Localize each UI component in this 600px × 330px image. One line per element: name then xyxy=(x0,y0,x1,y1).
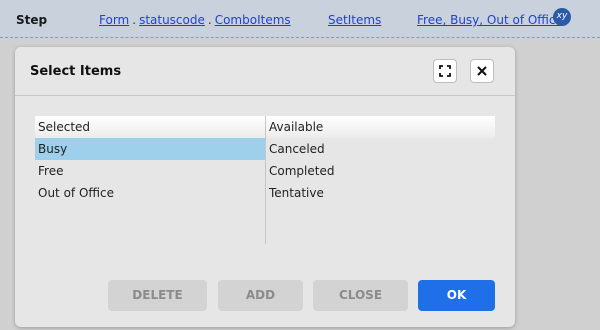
available-list: Available Canceled Completed Tentative xyxy=(266,116,495,244)
selected-list: Selected Busy Free Out of Office xyxy=(35,116,266,244)
available-list-item[interactable]: Completed xyxy=(266,160,495,182)
arguments-link[interactable]: Free, Busy, Out of Office xyxy=(417,13,563,27)
dialog-title: Select Items xyxy=(30,64,122,79)
select-items-dialog: Select Items Selected Busy Free Out of O… xyxy=(15,47,515,327)
delete-button[interactable]: DELETE xyxy=(108,280,207,311)
step-bar: Step Form. statuscode. ComboItems SetItems… xyxy=(0,0,600,38)
ok-button[interactable]: OK xyxy=(418,280,495,311)
available-list-item[interactable]: Canceled xyxy=(266,138,495,160)
breadcrumb: Form. statuscode. ComboItems xyxy=(99,13,291,27)
close-button[interactable] xyxy=(470,59,494,83)
crumb-form-link[interactable]: Form xyxy=(99,13,129,27)
crumb-comboitems-link[interactable]: ComboItems xyxy=(215,13,291,27)
close-icon xyxy=(477,66,487,76)
crumb-statuscode-link[interactable]: statuscode xyxy=(139,13,205,27)
list-container: Selected Busy Free Out of Office Availab… xyxy=(35,116,495,244)
method-link[interactable]: SetItems xyxy=(328,13,381,27)
xy-icon[interactable]: xy xyxy=(553,8,571,26)
step-label: Step xyxy=(16,13,48,27)
expand-icon xyxy=(439,65,451,77)
crumb-separator: . xyxy=(132,13,137,27)
header-divider xyxy=(15,95,515,96)
close-text-button[interactable]: CLOSE xyxy=(313,280,408,311)
expand-button[interactable] xyxy=(433,59,457,83)
crumb-separator: . xyxy=(207,13,212,27)
selected-list-item[interactable]: Free xyxy=(35,160,265,182)
selected-list-header: Selected xyxy=(35,116,265,138)
selected-list-item[interactable]: Out of Office xyxy=(35,182,265,204)
available-list-item[interactable]: Tentative xyxy=(266,182,495,204)
selected-list-item[interactable]: Busy xyxy=(35,138,265,160)
add-button[interactable]: ADD xyxy=(218,280,303,311)
available-list-header: Available xyxy=(266,116,495,138)
